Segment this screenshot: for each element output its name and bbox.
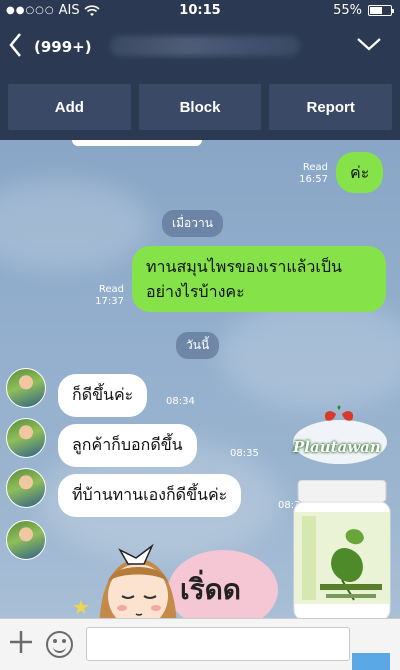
message-meta: Read 17:37 [86,284,124,308]
report-button[interactable]: Report [269,84,393,130]
send-button[interactable] [352,653,390,670]
contact-name-blurred [110,36,300,56]
brand-logo-text: Plautawan [293,438,381,456]
action-bar: Add Block Report [0,74,400,140]
message-meta: Read 16:57 [286,162,328,186]
add-button[interactable]: Add [8,84,131,130]
message-time: 17:37 [95,296,124,307]
date-separator: วันนี้ [176,332,220,359]
message-time: 16:57 [299,174,328,185]
product-bottle-icon [293,480,391,618]
battery-icon [368,5,394,16]
incoming-message[interactable]: ลูกค้าก็บอกดีขึ้น [58,424,197,467]
back-button[interactable] [8,32,22,64]
message-time: 08:34 [166,396,195,407]
add-attachment-button[interactable] [8,629,34,661]
outgoing-message[interactable]: ค่ะ [336,152,384,193]
menu-toggle-button[interactable] [356,36,382,56]
message-time: 08:35 [230,448,259,459]
incoming-message[interactable]: ก็ดีขึ้นค่ะ [58,374,148,417]
avatar[interactable] [6,468,46,508]
block-button[interactable]: Block [138,84,262,130]
avatar[interactable] [6,520,46,560]
incoming-message[interactable]: ที่บ้านทานเองก็ดีขึ้นค่ะ [58,474,242,517]
star-icon: ★ [72,595,90,618]
outgoing-message[interactable]: ทานสมุนไพรของเราแล้วเป็นอย่างไรบ้างคะ [132,246,386,312]
sticker-girl-icon[interactable] [92,532,184,618]
read-receipt: Read [302,162,328,173]
chat-header: (999+) [0,22,400,74]
previous-bubble-edge [72,140,202,146]
plus-icon [10,631,32,653]
unread-count[interactable]: (999+) [34,38,92,56]
chevron-left-icon [9,33,21,57]
message-input-bar [0,618,400,670]
status-bar: ●●○○○ AIS 10:15 55% [0,0,400,22]
background-cloud [220,300,400,410]
avatar[interactable] [6,418,46,458]
emoji-button[interactable] [46,631,73,658]
background-cloud [0,180,150,270]
sticker-text: เริ่ดด [180,573,241,606]
battery-percent: 55% [333,3,362,18]
message-input[interactable] [86,627,350,661]
chat-area[interactable]: Read 16:57 ค่ะ เมื่อวาน Read 17:37 ทานสม… [0,140,400,618]
read-receipt: Read [98,284,124,295]
date-separator: เมื่อวาน [162,210,223,237]
avatar[interactable] [6,368,46,408]
chevron-down-icon [357,38,381,51]
